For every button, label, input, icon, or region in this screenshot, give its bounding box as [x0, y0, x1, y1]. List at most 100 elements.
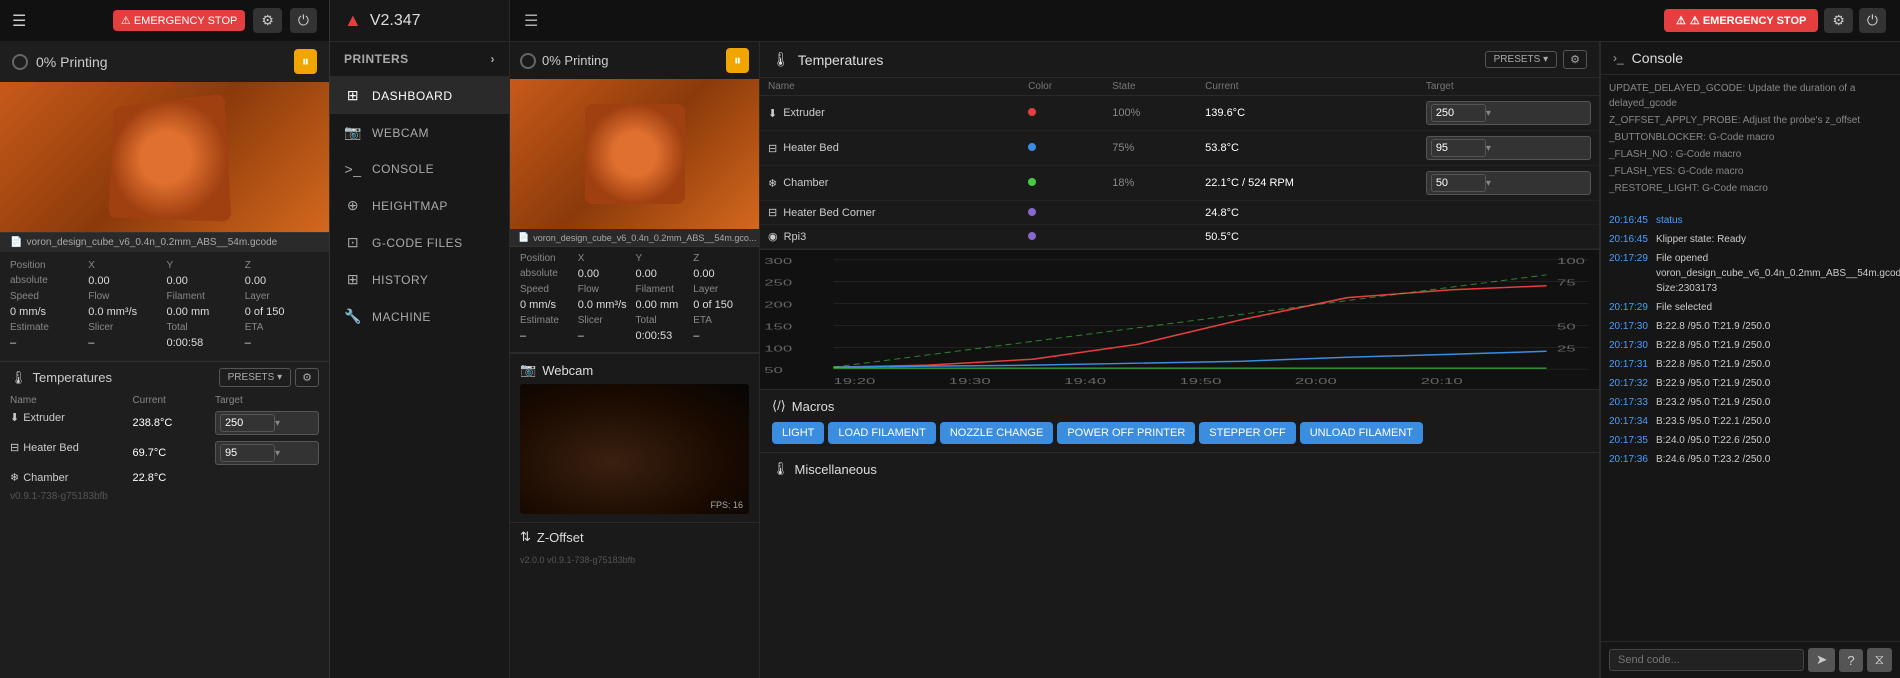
temp-input-main-1[interactable]: [1431, 139, 1486, 157]
pause-button[interactable]: ⏸: [294, 49, 317, 74]
ps-preview: [510, 79, 759, 229]
macro-button-5[interactable]: UNLOAD FILAMENT: [1300, 422, 1423, 444]
estimate-value: –: [10, 337, 84, 349]
console-static-msg: _RESTORE_LIGHT: G-Code macro: [1609, 181, 1892, 196]
temp-dot-2: [1028, 178, 1036, 186]
temp-row-main: ⊟ Heater Bed Corner 24.8°C: [760, 201, 1599, 225]
settings-button-left[interactable]: ⚙: [253, 8, 282, 33]
console-text-5: B:22.8 /95.0 T:21.9 /250.0: [1656, 338, 1770, 353]
svg-text:100: 100: [764, 344, 792, 353]
ps-est-labels: Estimate Slicer Total ETA: [520, 315, 749, 326]
console-header: ›_ Console: [1601, 42, 1900, 75]
temp-target-left-1[interactable]: ▾: [205, 438, 329, 468]
ps-speed-values: 0 mm/s 0.0 mm³/s 0.00 mm 0 of 150: [520, 299, 749, 311]
total-label: Total: [167, 322, 241, 333]
th-state-main: State: [1104, 78, 1197, 96]
temp-target-input-0[interactable]: [220, 414, 275, 432]
ps-z-label: Z: [693, 253, 749, 264]
nav-label-webcam: WEBCAM: [372, 126, 429, 140]
nav-logo: ▲: [344, 10, 362, 31]
temp-settings-button-left[interactable]: ⚙: [295, 368, 319, 387]
print-preview-left: [0, 82, 329, 232]
temp-table-left: Name Current Target ⬇ Extruder 238.8°C ▾…: [0, 393, 329, 487]
nav-icon-machine: 🔧: [344, 308, 362, 325]
console-timed-msg: 20:17:29File selected: [1609, 300, 1892, 315]
ps-pause-button[interactable]: ⏸: [726, 48, 749, 73]
nav-item-webcam[interactable]: 📷WEBCAM: [330, 114, 509, 151]
nav-label-history: HISTORY: [372, 273, 428, 287]
th-target-main: Target: [1418, 78, 1599, 96]
temp-target-main-0[interactable]: ▾: [1418, 96, 1599, 131]
temp-color-main-0: [1020, 96, 1104, 131]
temp-settings-main[interactable]: ⚙: [1563, 50, 1587, 69]
temp-dot-4: [1028, 232, 1036, 240]
nav-item-dashboard[interactable]: ⊞DASHBOARD: [330, 77, 509, 114]
console-filter-button[interactable]: ⧖: [1867, 648, 1892, 672]
left-header: ☰ ⚠ EMERGENCY STOP ⚙ ⏻: [0, 0, 329, 41]
macro-button-4[interactable]: STEPPER OFF: [1199, 422, 1295, 444]
temp-target-left-0[interactable]: ▾: [205, 408, 329, 438]
main-content: 0% Printing ⏸ 📄 voron_design_cube_v6_0.4…: [510, 42, 1900, 678]
console-time-9: 20:17:34: [1609, 414, 1648, 429]
ps-version: v2.0.0 v0.9.1-738-g75183bfb: [510, 551, 759, 569]
macro-button-0[interactable]: LIGHT: [772, 422, 824, 444]
console-timed-msg: 20:17:30 B:22.8 /95.0 T:21.9 /250.0: [1609, 338, 1892, 353]
console-text-9: B:23.5 /95.0 T:22.1 /250.0: [1656, 414, 1770, 429]
ps-pos-values: absolute 0.00 0.00 0.00: [520, 268, 749, 280]
temp-target-main-1[interactable]: ▾: [1418, 131, 1599, 166]
console-timed-msg: 20:17:35B:24.0 /95.0 T:22.6 /250.0: [1609, 433, 1892, 448]
position-values-row: absolute 0.00 0.00 0.00: [10, 275, 319, 287]
ps-status-left: 0% Printing: [520, 53, 608, 69]
temp-row-main: ⬇ Extruder 100% 139.6°C ▾: [760, 96, 1599, 131]
settings-button-top[interactable]: ⚙: [1824, 8, 1853, 33]
nav-item-gcodefiles[interactable]: ⊡G-CODE FILES: [330, 224, 509, 261]
macro-button-1[interactable]: LOAD FILAMENT: [828, 422, 935, 444]
ps-fil-label: Filament: [636, 284, 692, 295]
main-hamburger[interactable]: ☰: [524, 11, 538, 31]
macro-button-3[interactable]: POWER OFF PRINTER: [1057, 422, 1195, 444]
temp-input-main-2[interactable]: [1431, 174, 1486, 192]
emergency-stop-button-top[interactable]: ⚠ ⚠ EMERGENCY STOP: [1664, 9, 1818, 32]
th-current-left: Current: [122, 393, 204, 408]
ps-speed-label: Speed: [520, 284, 576, 295]
temp-target-main-2[interactable]: ▾: [1418, 166, 1599, 201]
flow-value: 0.0 mm³/s: [88, 306, 162, 318]
print-status-bar: 0% Printing ⏸: [0, 41, 329, 82]
power-button-left[interactable]: ⏻: [290, 8, 317, 33]
console-input-field[interactable]: [1609, 649, 1804, 671]
webcam-title: 📷 Webcam: [520, 362, 749, 378]
nav-printers-item[interactable]: PRINTERS ›: [330, 42, 509, 77]
nav-item-heightmap[interactable]: ⊕HEIGHTMAP: [330, 187, 509, 224]
temp-main-header-row: Name Color State Current Target: [760, 78, 1599, 96]
print-status-text: 0% Printing: [36, 54, 108, 70]
nav-label-machine: MACHINE: [372, 310, 431, 324]
nav-panel: ▲ V2.347 PRINTERS › ⊞DASHBOARD📷WEBCAM>_C…: [330, 0, 510, 678]
svg-text:19:20: 19:20: [833, 377, 875, 386]
temp-target-input-1[interactable]: [220, 444, 275, 462]
webcam-section: 📷 Webcam FPS: 16: [510, 353, 759, 522]
nav-item-machine[interactable]: 🔧 MACHINE: [330, 298, 509, 335]
ps-est-label: Estimate: [520, 315, 576, 326]
speed-value: 0 mm/s: [10, 306, 84, 318]
console-static-msg: _FLASH_YES: G-Code macro: [1609, 164, 1892, 179]
ps-pos-label: Position: [520, 253, 576, 264]
svg-text:250: 250: [764, 278, 792, 287]
presets-button-main[interactable]: PRESETS ▾: [1485, 51, 1557, 68]
misc-title: 🌡 Miscellaneous: [772, 461, 1587, 477]
console-help-button[interactable]: ?: [1839, 649, 1862, 672]
nav-item-console[interactable]: >_CONSOLE: [330, 151, 509, 187]
eta-label: ETA: [245, 322, 319, 333]
menu-icon[interactable]: ☰: [12, 11, 26, 31]
temp-input-main-0[interactable]: [1431, 104, 1486, 122]
presets-button-left[interactable]: PRESETS ▾: [219, 368, 291, 387]
console-timed-msg: 20:17:36B:24.6 /95.0 T:23.2 /250.0: [1609, 452, 1892, 467]
macro-button-2[interactable]: NOZZLE CHANGE: [940, 422, 1054, 444]
console-icon: ›_: [1613, 51, 1624, 65]
power-button-top[interactable]: ⏻: [1859, 8, 1886, 33]
nav-item-history[interactable]: ⊞HISTORY: [330, 261, 509, 298]
console-time-5: 20:17:30: [1609, 338, 1648, 353]
emergency-stop-button-left[interactable]: ⚠ EMERGENCY STOP: [113, 10, 245, 31]
console-send-button[interactable]: ➤: [1808, 648, 1835, 672]
pos-label: Position: [10, 260, 84, 271]
nav-label-heightmap: HEIGHTMAP: [372, 199, 448, 213]
